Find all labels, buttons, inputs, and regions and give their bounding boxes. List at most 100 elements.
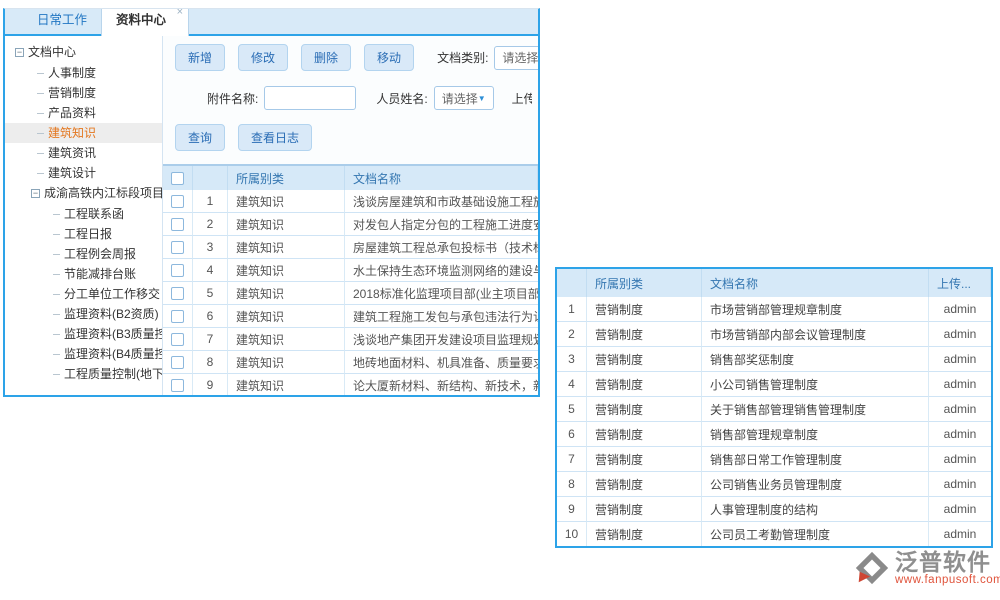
tab-daily-work[interactable]: 日常工作: [23, 8, 101, 34]
tree-item[interactable]: 工程例会周报: [5, 244, 162, 264]
row-category: 营销制度: [587, 372, 702, 397]
row-uploader: admin: [929, 322, 991, 347]
row-index: 1: [557, 297, 587, 322]
row-checkbox[interactable]: [171, 241, 184, 254]
tree-item[interactable]: 人事制度: [5, 63, 162, 83]
table-row[interactable]: 8 营销制度 公司销售业务员管理制度 admin: [557, 472, 991, 497]
table-row[interactable]: 5 营销制度 关于销售部管理销售管理制度 admin: [557, 397, 991, 422]
table-row[interactable]: 7 营销制度 销售部日常工作管理制度 admin: [557, 447, 991, 472]
row-doc-name: 房屋建筑工程总承包投标书（技术标）...: [345, 236, 538, 259]
close-tab-icon[interactable]: ×: [177, 8, 183, 18]
table-row[interactable]: 6 建筑知识 建筑工程施工发包与承包违法行为认定...: [163, 305, 538, 328]
tree-connector: [53, 214, 60, 215]
tree-item-label: 建筑资讯: [48, 146, 96, 160]
row-category: 营销制度: [587, 297, 702, 322]
tree-connector: [37, 93, 44, 94]
table-row[interactable]: 1 建筑知识 浅谈房屋建筑和市政基础设施工程施工...: [163, 190, 538, 213]
tree-item[interactable]: 营销制度: [5, 83, 162, 103]
tree-item[interactable]: 建筑设计: [5, 163, 162, 183]
tree-connector: [37, 173, 44, 174]
tree-item[interactable]: 分工单位工作移交: [5, 284, 162, 304]
tree-connector: [37, 113, 44, 114]
row-doc-name: 公司销售业务员管理制度: [702, 472, 929, 497]
tree-item[interactable]: 工程日报: [5, 224, 162, 244]
query-button[interactable]: 查询: [175, 124, 225, 151]
row-doc-name: 水土保持生态环境监测网络的建设与资...: [345, 259, 538, 282]
person-name-label: 人员姓名:: [376, 90, 427, 107]
table-row[interactable]: 9 营销制度 人事管理制度的结构 admin: [557, 497, 991, 522]
view-log-button[interactable]: 查看日志: [238, 124, 312, 151]
row-checkbox[interactable]: [171, 195, 184, 208]
row-uploader: admin: [929, 497, 991, 522]
row-doc-name: 市场营销部管理规章制度: [702, 297, 929, 322]
select-all-checkbox[interactable]: [171, 172, 184, 185]
table-row[interactable]: 1 营销制度 市场营销部管理规章制度 admin: [557, 297, 991, 322]
row-checkbox[interactable]: [171, 356, 184, 369]
table-row[interactable]: 4 建筑知识 水土保持生态环境监测网络的建设与资...: [163, 259, 538, 282]
tree-root-project[interactable]: −成渝高铁内江标段项目: [5, 183, 162, 204]
row-doc-name: 人事管理制度的结构: [702, 497, 929, 522]
tree-connector: [37, 153, 44, 154]
table-row[interactable]: 3 建筑知识 房屋建筑工程总承包投标书（技术标）...: [163, 236, 538, 259]
table-row[interactable]: 2 建筑知识 对发包人指定分包的工程施工进度安排...: [163, 213, 538, 236]
person-name-select[interactable]: 请选择 ▼: [434, 86, 494, 110]
document-center-window: 日常工作 资料中心 × −文档中心 人事制度: [3, 8, 540, 397]
category-tree: −文档中心 人事制度 营销制度 产品资料: [5, 36, 163, 396]
tree-item[interactable]: 监理资料(B4质量控制): [5, 344, 162, 364]
logo-brand-text: 泛普软件: [895, 550, 1000, 574]
tree-item[interactable]: 监理资料(B3质量控制): [5, 324, 162, 344]
fanpu-logo-icon: [853, 549, 891, 587]
marketing-documents-window: 所属别类 文档名称 上传... 1 营销制度 市场营销部管理规章制度 admin…: [555, 267, 993, 548]
row-checkbox[interactable]: [171, 379, 184, 392]
table-row[interactable]: 2 营销制度 市场营销部内部会议管理制度 admin: [557, 322, 991, 347]
row-category: 建筑知识: [228, 213, 345, 236]
collapse-icon[interactable]: −: [15, 48, 24, 57]
row-index: 7: [557, 447, 587, 472]
row-index: 2: [557, 322, 587, 347]
tree-item[interactable]: 建筑知识: [5, 123, 162, 143]
edit-button[interactable]: 修改: [238, 44, 288, 71]
row-uploader: admin: [929, 472, 991, 497]
row-index: 3: [557, 347, 587, 372]
row-uploader: admin: [929, 297, 991, 322]
table-row[interactable]: 10 营销制度 公司员工考勤管理制度 admin: [557, 522, 991, 547]
table-row[interactable]: 9 建筑知识 论大厦新材料、新结构、新技术，新工...: [163, 374, 538, 396]
row-checkbox[interactable]: [171, 287, 184, 300]
row-checkbox[interactable]: [171, 310, 184, 323]
add-button[interactable]: 新增: [175, 44, 225, 71]
delete-button[interactable]: 删除: [301, 44, 351, 71]
row-category: 营销制度: [587, 447, 702, 472]
move-button[interactable]: 移动: [364, 44, 414, 71]
table-row[interactable]: 8 建筑知识 地砖地面材料、机具准备、质量要求及...: [163, 351, 538, 374]
tree-item[interactable]: 节能减排台账: [5, 264, 162, 284]
row-index: 6: [557, 422, 587, 447]
tree-item[interactable]: 工程质量控制(地下室): [5, 364, 162, 384]
row-category: 建筑知识: [228, 328, 345, 351]
collapse-icon[interactable]: −: [31, 189, 40, 198]
tree-connector: [53, 254, 60, 255]
tree-item[interactable]: 建筑资讯: [5, 143, 162, 163]
attachment-name-input[interactable]: [264, 86, 356, 110]
table-row[interactable]: 5 建筑知识 2018标准化监理项目部(业主项目部)人员...: [163, 282, 538, 305]
row-index: 6: [193, 305, 228, 328]
table-row[interactable]: 6 营销制度 销售部管理规章制度 admin: [557, 422, 991, 447]
tree-item[interactable]: 监理资料(B2资质): [5, 304, 162, 324]
tree-root-document-center[interactable]: −文档中心: [5, 42, 162, 63]
table-row[interactable]: 3 营销制度 销售部奖惩制度 admin: [557, 347, 991, 372]
row-uploader: admin: [929, 422, 991, 447]
row-checkbox[interactable]: [171, 218, 184, 231]
doc-type-select[interactable]: 请选择 ▼: [494, 46, 538, 70]
tab-data-center[interactable]: 资料中心 ×: [101, 8, 189, 36]
table-row[interactable]: 7 建筑知识 浅谈地产集团开发建设项目监理规划编...: [163, 328, 538, 351]
row-checkbox[interactable]: [171, 264, 184, 277]
row-index: 4: [193, 259, 228, 282]
table-row[interactable]: 4 营销制度 小公司销售管理制度 admin: [557, 372, 991, 397]
document-list-panel: 新增 修改 删除 移动 文档类别: 请选择 ▼ 文档 附件名称: 人员姓名:: [163, 36, 538, 396]
row-category: 建筑知识: [228, 374, 345, 396]
row-checkbox[interactable]: [171, 333, 184, 346]
tree-connector: [37, 133, 44, 134]
tree-item-label: 建筑设计: [48, 166, 96, 180]
row-index: 9: [193, 374, 228, 396]
tree-item[interactable]: 工程联系函: [5, 204, 162, 224]
tree-item[interactable]: 产品资料: [5, 103, 162, 123]
